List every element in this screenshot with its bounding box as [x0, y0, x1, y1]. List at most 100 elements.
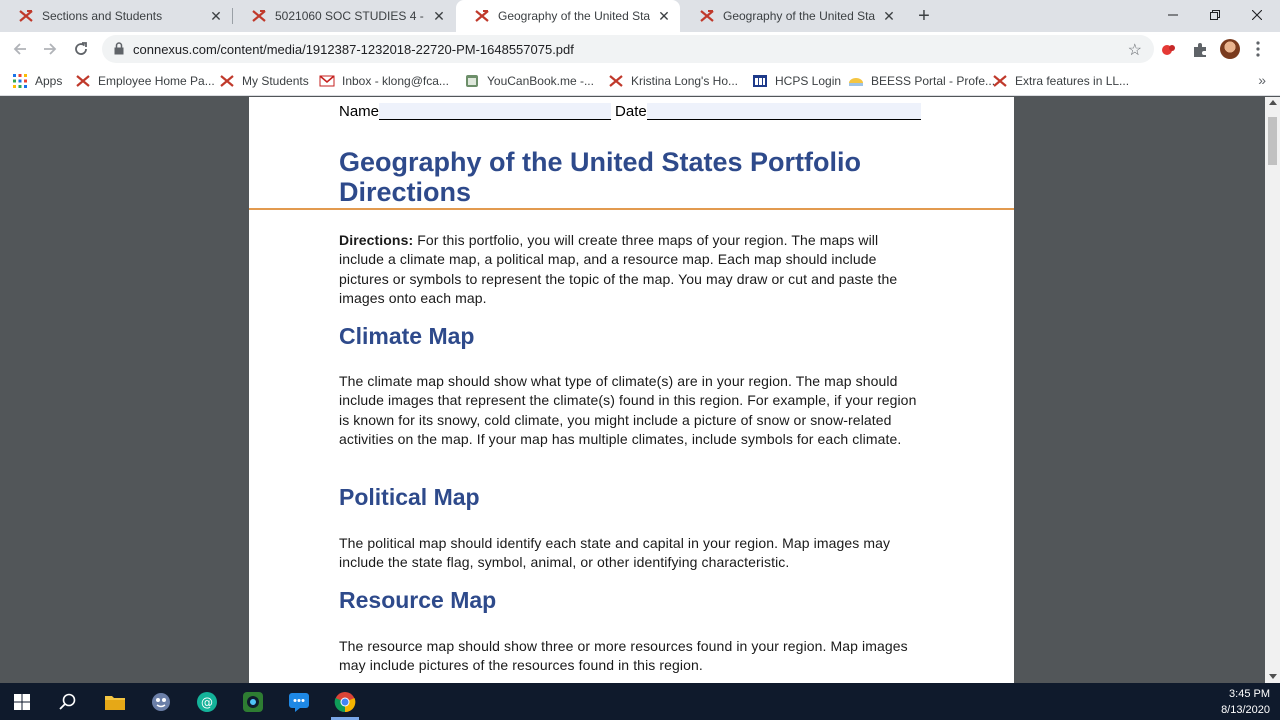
calendar-icon — [466, 75, 478, 87]
beess-icon — [849, 78, 863, 86]
scroll-up-arrow-icon[interactable] — [1269, 100, 1277, 105]
bookmark-kristina-long[interactable]: Kristina Long's Ho... — [608, 72, 738, 90]
bookmark-label: HCPS Login — [775, 74, 842, 88]
directions-paragraph: Directions: For this portfolio, you will… — [339, 231, 924, 308]
tab-soc-studies[interactable]: 5021060 SOC STUDIES 4 - T1: Ge ✕ — [233, 0, 455, 32]
bookmark-label: YouCanBook.me -... — [487, 74, 594, 88]
lock-icon — [114, 42, 124, 55]
scroll-down-arrow-icon[interactable] — [1269, 674, 1277, 679]
connexus-icon — [18, 8, 34, 24]
svg-text:@: @ — [201, 696, 213, 710]
connexus-icon — [76, 75, 90, 87]
windows-start-icon[interactable] — [10, 690, 34, 714]
date-label: Date — [615, 103, 647, 120]
profile-avatar[interactable] — [1220, 39, 1240, 59]
political-map-heading: Political Map — [339, 484, 480, 510]
connexus-icon — [993, 75, 1007, 87]
windows-taskbar: @ 3:45 PM 8/13/2020 — [0, 683, 1280, 720]
tab-close-button[interactable]: ✕ — [208, 8, 224, 24]
more-bookmarks-button[interactable]: » — [1258, 72, 1266, 88]
political-map-text: The political map should identify each s… — [339, 535, 891, 571]
bookmark-beess-portal[interactable]: BEESS Portal - Profe... — [848, 72, 995, 90]
browser-toolbar: connexus.com/content/media/1912387-12320… — [0, 32, 1280, 66]
address-bar[interactable]: connexus.com/content/media/1912387-12320… — [102, 35, 1154, 63]
bookmark-label: Inbox - klong@fca... — [342, 74, 449, 88]
browser-menu-icon[interactable] — [1255, 40, 1261, 58]
bookmark-label: BEESS Portal - Profe... — [871, 74, 996, 88]
tab-close-button[interactable]: ✕ — [881, 8, 897, 24]
tab-strip: Sections and Students ✕ 5021060 SOC STUD… — [0, 0, 1280, 32]
bookmark-my-students[interactable]: My Students — [219, 72, 309, 90]
bookmark-inbox[interactable]: Inbox - klong@fca... — [319, 72, 449, 90]
reload-button[interactable] — [70, 38, 92, 60]
connexus-icon — [699, 8, 715, 24]
tab-title: Geography of the United States P — [723, 9, 875, 23]
system-clock[interactable]: 3:45 PM 8/13/2020 — [1221, 686, 1270, 718]
close-window-button[interactable] — [1236, 0, 1278, 30]
name-date-fields: Name Date — [339, 103, 921, 120]
bookmark-label: Employee Home Pa... — [98, 74, 215, 88]
reload-icon — [75, 42, 87, 55]
apps-grid-icon — [13, 74, 27, 88]
connexus-icon — [474, 8, 490, 24]
forward-button[interactable] — [39, 38, 61, 60]
name-label: Name — [339, 103, 380, 120]
chat-app-icon[interactable] — [287, 690, 311, 714]
connexus-icon — [609, 75, 623, 87]
app-icon[interactable] — [149, 690, 173, 714]
bookmark-employee-home[interactable]: Employee Home Pa... — [75, 72, 215, 90]
pdf-viewer[interactable]: Name Date Geography of the United States… — [0, 97, 1280, 683]
tab-geography[interactable]: Geography of the United States P ✕ — [681, 0, 905, 32]
tab-title: Sections and Students — [42, 9, 163, 23]
restore-button[interactable] — [1194, 0, 1236, 30]
connexus-icon — [251, 8, 267, 24]
connexus-icon — [220, 75, 234, 87]
gmail-icon — [319, 75, 335, 87]
bookmark-label: Kristina Long's Ho... — [631, 74, 739, 88]
bookmark-youcanbook[interactable]: YouCanBook.me -... — [464, 72, 594, 90]
url-text: connexus.com/content/media/1912387-12320… — [133, 42, 574, 57]
chrome-icon[interactable] — [333, 690, 357, 714]
bookmark-label: Apps — [35, 74, 63, 88]
date-field[interactable] — [646, 103, 921, 120]
resource-map-text: The resource map should show three or mo… — [339, 638, 908, 674]
climate-map-text: The climate map should show what type of… — [339, 373, 917, 447]
camera-app-icon[interactable] — [241, 690, 265, 714]
scrollbar-thumb[interactable] — [1268, 117, 1277, 165]
file-explorer-icon[interactable] — [103, 690, 127, 714]
bookmarks-bar: Apps Employee Home Pa... My Students Inb… — [0, 66, 1280, 96]
search-icon[interactable] — [56, 690, 80, 714]
bookmark-hcps-login[interactable]: HCPS Login — [752, 72, 841, 90]
tab-close-button[interactable]: ✕ — [656, 8, 672, 24]
resource-map-heading: Resource Map — [339, 587, 497, 613]
hcps-icon — [753, 75, 767, 87]
tab-sections-students[interactable]: Sections and Students ✕ — [0, 0, 232, 32]
tab-title: Geography of the United States P — [498, 9, 650, 23]
new-tab-button[interactable]: + — [914, 5, 934, 27]
directions-label: Directions: — [339, 232, 414, 248]
title-divider — [249, 208, 1014, 210]
bookmark-extra-features[interactable]: Extra features in LL... — [992, 72, 1129, 90]
bookmark-apps[interactable]: Apps — [12, 72, 62, 90]
vertical-scrollbar[interactable] — [1265, 97, 1280, 683]
extensions-puzzle-icon[interactable] — [1191, 41, 1209, 59]
bookmark-label: My Students — [242, 74, 309, 88]
document-title: Geography of the United States Portfolio… — [339, 147, 862, 207]
pdf-page: Name Date Geography of the United States… — [249, 97, 1014, 683]
back-button[interactable] — [9, 38, 31, 60]
climate-map-heading: Climate Map — [339, 323, 475, 349]
tab-geography-active[interactable]: Geography of the United States P ✕ — [456, 0, 680, 32]
clock-time: 3:45 PM — [1229, 688, 1270, 700]
email-app-icon[interactable]: @ — [195, 690, 219, 714]
name-field[interactable] — [379, 103, 612, 120]
tab-title: 5021060 SOC STUDIES 4 - T1: Ge — [275, 9, 425, 23]
minimize-button[interactable] — [1152, 0, 1194, 30]
bookmark-star-icon[interactable]: ☆ — [1128, 40, 1142, 60]
bookmark-label: Extra features in LL... — [1015, 74, 1130, 88]
directions-text: For this portfolio, you will create thre… — [339, 232, 898, 306]
extension-icon[interactable] — [1160, 41, 1178, 59]
back-arrow-icon — [13, 43, 26, 55]
clock-date: 8/13/2020 — [1221, 704, 1270, 716]
tab-close-button[interactable]: ✕ — [431, 8, 447, 24]
forward-arrow-icon — [44, 43, 57, 55]
